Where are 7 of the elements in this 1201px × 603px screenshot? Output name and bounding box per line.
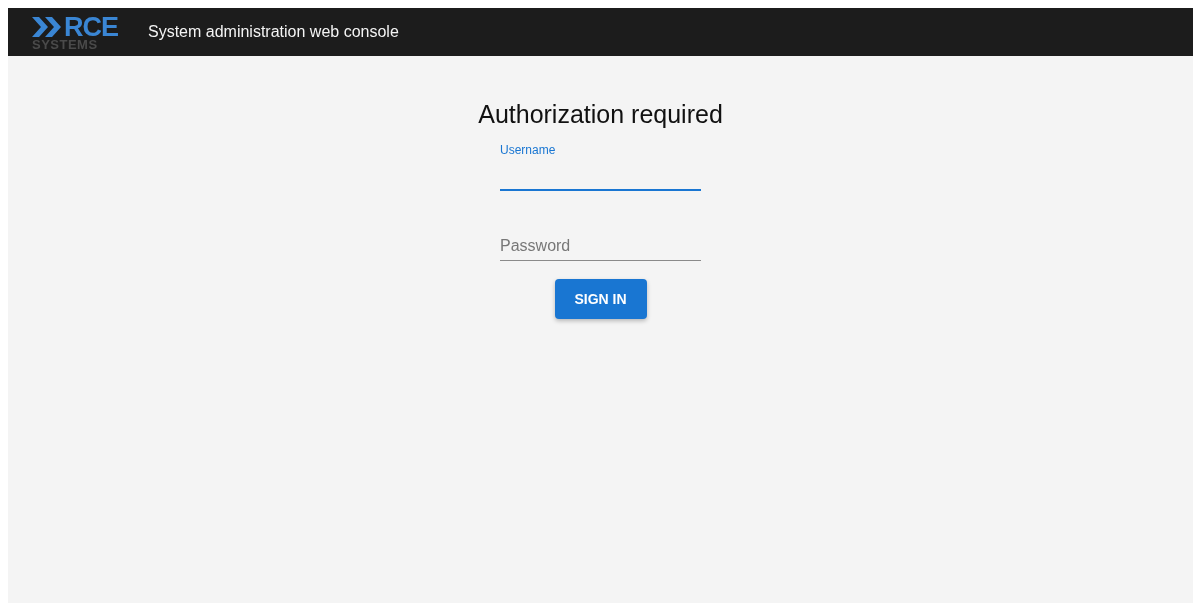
logo-text: RCE bbox=[64, 13, 118, 41]
sign-in-button[interactable]: SIGN IN bbox=[554, 279, 647, 319]
login-heading: Authorization required bbox=[478, 100, 723, 129]
input-field[interactable]: Password bbox=[500, 213, 701, 261]
input-field[interactable]: Username bbox=[500, 143, 701, 191]
chevron-icon bbox=[32, 17, 62, 37]
app-title: System administration web console bbox=[148, 23, 399, 41]
